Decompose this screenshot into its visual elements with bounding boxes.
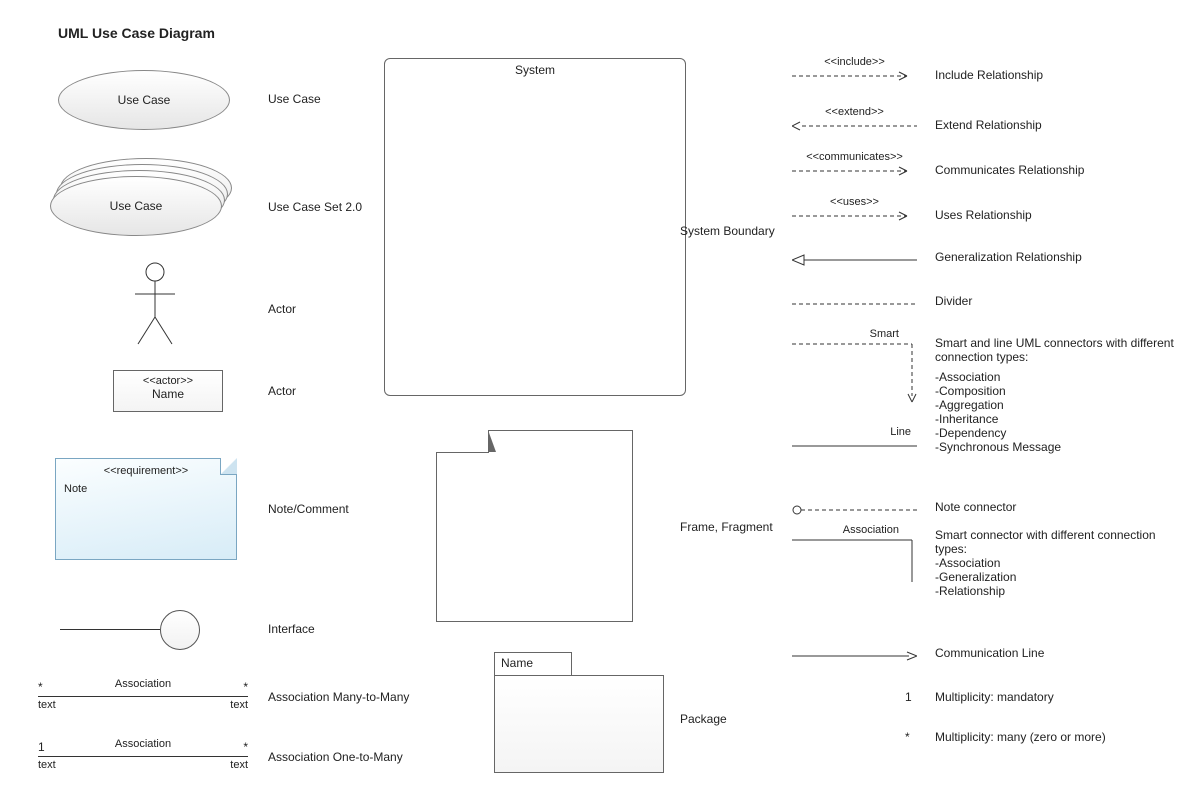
assoc-one-label: Association One-to-Many bbox=[268, 750, 403, 764]
interface-circle-icon bbox=[160, 610, 200, 650]
mult-many-symbol: * bbox=[905, 730, 910, 744]
actor-box-label: Actor bbox=[268, 384, 296, 398]
actor-stick-icon bbox=[130, 262, 180, 352]
note-connector-label: Note connector bbox=[935, 500, 1185, 514]
system-boundary-label: System Boundary bbox=[680, 224, 775, 238]
conn-type-1: -Composition bbox=[935, 384, 1185, 398]
assoc-type-2: -Relationship bbox=[935, 584, 1185, 598]
smart-line-text-block: Smart and line UML connectors with diffe… bbox=[935, 336, 1185, 454]
assoc-smart-text: Smart connector with different connectio… bbox=[935, 528, 1185, 556]
smart-connector: Smart bbox=[792, 338, 917, 402]
usecase-label: Use Case bbox=[268, 92, 321, 106]
mult-1-label: Multiplicity: mandatory bbox=[935, 690, 1185, 704]
generalization-connector bbox=[792, 254, 917, 272]
assoc-type-0: -Association bbox=[935, 556, 1185, 570]
conn-type-4: -Dependency bbox=[935, 426, 1185, 440]
usecase-shape: Use Case bbox=[58, 70, 230, 130]
page-title: UML Use Case Diagram bbox=[58, 25, 215, 41]
frame-shape bbox=[436, 430, 633, 622]
package-label: Package bbox=[680, 712, 727, 726]
frame-label: Frame, Fragment bbox=[680, 520, 773, 534]
extend-connector: <<extend>> bbox=[792, 120, 917, 138]
communication-line-connector bbox=[792, 650, 917, 668]
uses-connector: <<uses>> bbox=[792, 210, 917, 228]
usecase-set-label: Use Case Set 2.0 bbox=[268, 200, 362, 214]
comm-line-label: Communication Line bbox=[935, 646, 1185, 660]
interface-label: Interface bbox=[268, 622, 315, 636]
assoc-many-name: Association bbox=[38, 678, 248, 690]
communicates-stereo: <<communicates>> bbox=[792, 151, 917, 163]
assoc-many-label: Association Many-to-Many bbox=[268, 690, 409, 704]
package-shape: Name bbox=[494, 652, 662, 773]
assoc-one-right-txt: text bbox=[230, 759, 248, 771]
assoc-many-left-txt: text bbox=[38, 699, 56, 711]
mult-many-label: Multiplicity: many (zero or more) bbox=[935, 730, 1185, 744]
usecase-set-shape: Use Case bbox=[50, 158, 236, 238]
association-connector: Association bbox=[792, 534, 917, 584]
note-shape: <<requirement>> Note bbox=[55, 458, 237, 560]
communicates-connector: <<communicates>> bbox=[792, 165, 917, 183]
note-stereotype: <<requirement>> bbox=[56, 465, 236, 477]
mult-1-symbol: 1 bbox=[905, 690, 912, 704]
actor-box-shape: <<actor>> Name bbox=[113, 370, 223, 412]
extend-stereo: <<extend>> bbox=[792, 106, 917, 118]
actor-stereotype: <<actor>> bbox=[114, 375, 222, 387]
include-stereo: <<include>> bbox=[792, 56, 917, 68]
line-label: Line bbox=[890, 426, 911, 438]
interface-shape bbox=[60, 610, 200, 648]
usecase-set-text: Use Case bbox=[110, 199, 163, 213]
divider-connector bbox=[792, 298, 917, 316]
assoc-one-shape: 1 * Association text text bbox=[38, 740, 248, 771]
conn-type-0: -Association bbox=[935, 370, 1185, 384]
note-label: Note/Comment bbox=[268, 502, 349, 516]
usecase-text: Use Case bbox=[118, 93, 171, 107]
association-label: Association bbox=[843, 524, 899, 536]
assoc-many-right-txt: text bbox=[230, 699, 248, 711]
actor-stick-label: Actor bbox=[268, 302, 296, 316]
conn-type-3: -Inheritance bbox=[935, 412, 1185, 426]
note-connector bbox=[792, 504, 917, 522]
actor-name: Name bbox=[114, 387, 222, 401]
page: UML Use Case Diagram Use Case Use Case U… bbox=[0, 0, 1200, 810]
divider-label: Divider bbox=[935, 294, 1185, 308]
system-title: System bbox=[385, 63, 685, 77]
uses-label: Uses Relationship bbox=[935, 208, 1185, 222]
note-text: Note bbox=[64, 483, 87, 495]
assoc-one-name: Association bbox=[38, 738, 248, 750]
assoc-type-1: -Generalization bbox=[935, 570, 1185, 584]
line-connector: Line bbox=[792, 440, 917, 458]
smart-label: Smart bbox=[870, 328, 899, 340]
package-name: Name bbox=[494, 652, 572, 675]
conn-type-2: -Aggregation bbox=[935, 398, 1185, 412]
uses-stereo: <<uses>> bbox=[792, 196, 917, 208]
assoc-many-shape: * * Association text text bbox=[38, 680, 248, 711]
extend-label: Extend Relationship bbox=[935, 118, 1185, 132]
assoc-one-left-txt: text bbox=[38, 759, 56, 771]
communicates-label: Communicates Relationship bbox=[935, 163, 1185, 177]
include-connector: <<include>> bbox=[792, 70, 917, 88]
frame-tab-icon bbox=[436, 430, 489, 453]
system-boundary-shape: System bbox=[384, 58, 686, 396]
conn-type-5: -Synchronous Message bbox=[935, 440, 1185, 454]
include-label: Include Relationship bbox=[935, 68, 1185, 82]
generalization-label: Generalization Relationship bbox=[935, 250, 1185, 264]
smart-line-text: Smart and line UML connectors with diffe… bbox=[935, 336, 1185, 364]
assoc-smart-text-block: Smart connector with different connectio… bbox=[935, 528, 1185, 598]
